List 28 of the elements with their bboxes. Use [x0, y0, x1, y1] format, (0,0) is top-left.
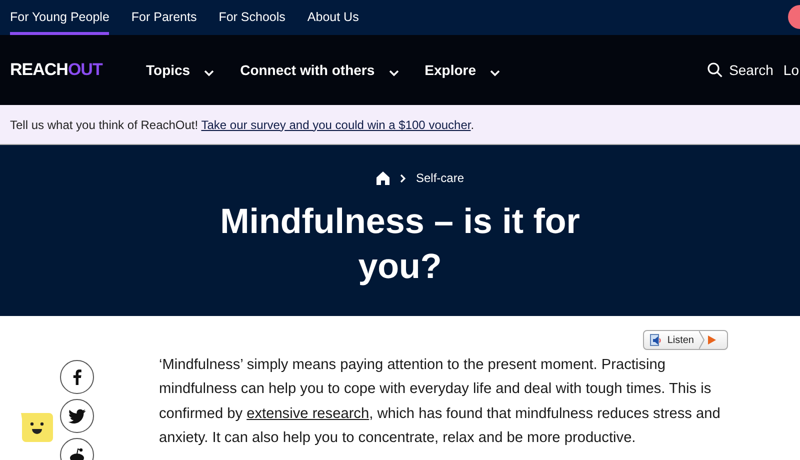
home-icon[interactable] [376, 171, 390, 185]
bird-icon [68, 408, 86, 424]
search-icon [707, 62, 724, 78]
audience-tab[interactable]: For Schools [218, 0, 286, 35]
speaker-icon [650, 334, 662, 346]
login-link[interactable]: Lo [783, 62, 799, 78]
chevron-down-icon [204, 70, 214, 76]
audience-tab[interactable]: About Us [307, 0, 359, 35]
nav-menu-item[interactable]: Topics [146, 62, 214, 78]
breadcrumb-link[interactable]: Self-care [416, 171, 464, 185]
listen-button[interactable]: Listen [643, 330, 728, 350]
research-link[interactable]: extensive research [246, 406, 370, 422]
twitter-share-button[interactable] [60, 399, 94, 433]
article-paragraph: ‘Mindfulness’ simply means paying attention to the present moment. Practising mindfulness can help you to cope with everyday life and deal with tough times. This is confirmed by extensive research, which has found that mindfulness reduces stress and anxiety. It can also help you to concentrate, relax and be more productive. [159, 356, 722, 448]
chevron-down-icon [490, 70, 500, 76]
logo[interactable]: REACHOUT [10, 60, 146, 80]
alien-icon [68, 448, 86, 460]
nav-menu-item[interactable]: Connect with others [240, 62, 399, 78]
survey-message: Tell us what you think of ReachOut! Take our survey and you could win a $100 voucher. [10, 118, 474, 132]
audience-tab[interactable]: For Parents [131, 0, 197, 35]
search-button[interactable]: Search [707, 62, 774, 78]
page-title: Mindfulness – is it for you? [219, 201, 581, 288]
nav-menu-item[interactable]: Explore [424, 62, 500, 78]
facebook-share-button[interactable] [60, 360, 94, 394]
chevron-down-icon [388, 70, 399, 76]
chat-bot-icon[interactable] [21, 413, 53, 443]
survey-link[interactable]: Take our survey and you could win a $100 voucher [201, 118, 471, 132]
chevron-right-icon [400, 174, 406, 182]
